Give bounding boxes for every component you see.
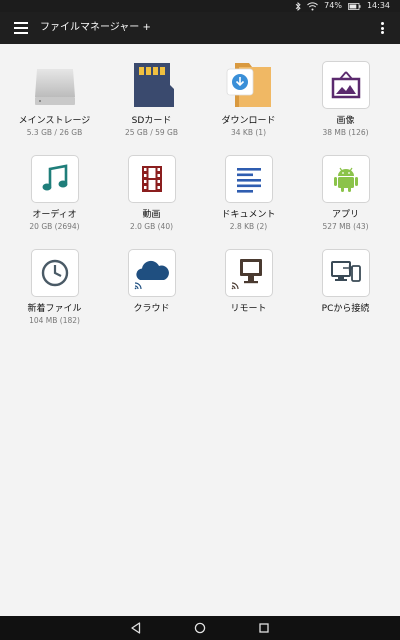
tile-label: アプリ	[331, 210, 359, 220]
bluetooth-icon	[295, 1, 301, 11]
internal-storage-icon	[31, 61, 79, 109]
tile-sub: 25 GB / 59 GB	[124, 128, 179, 137]
monitor-icon	[224, 249, 273, 297]
tile-internal-storage[interactable]: メインストレージ 5.3 GB / 26 GB	[6, 56, 103, 150]
back-icon[interactable]	[129, 621, 143, 635]
tile-label: 画像	[336, 116, 355, 126]
tile-sub: 5.3 GB / 26 GB	[26, 128, 83, 137]
pc-connect-icon	[321, 249, 370, 297]
status-bar: 74% 14:34	[0, 0, 400, 12]
tile-label: 動画	[142, 210, 161, 220]
android-icon	[321, 155, 370, 203]
home-icon[interactable]	[193, 621, 207, 635]
tile-label: SDカード	[131, 116, 172, 126]
tile-label: クラウド	[133, 304, 170, 314]
document-lines-icon	[224, 155, 273, 203]
tile-sub: 38 MB (126)	[322, 128, 369, 137]
menu-icon[interactable]	[14, 22, 28, 34]
tile-apps[interactable]: アプリ 527 MB (43)	[297, 150, 394, 244]
tile-sub: 2.0 GB (40)	[129, 222, 174, 231]
tile-images[interactable]: 画像 38 MB (126)	[297, 56, 394, 150]
navigation-bar	[0, 616, 400, 640]
music-note-icon	[30, 155, 79, 203]
tile-label: ダウンロード	[221, 116, 276, 126]
wifi-icon	[307, 1, 319, 11]
app-bar: ファイルマネージャー +	[0, 12, 400, 44]
tile-audio[interactable]: オーディオ 20 GB (2694)	[6, 150, 103, 244]
tile-label: リモート	[230, 304, 267, 314]
image-icon	[321, 61, 370, 109]
tile-sub: 527 MB (43)	[322, 222, 369, 231]
status-icons: 74% 14:34	[295, 0, 390, 12]
film-strip-icon	[127, 155, 176, 203]
tile-sub: 2.8 KB (2)	[229, 222, 268, 231]
overflow-menu-icon[interactable]	[380, 22, 384, 34]
tile-label: 新着ファイル	[27, 304, 82, 314]
tile-documents[interactable]: ドキュメント 2.8 KB (2)	[200, 150, 297, 244]
download-folder-icon	[225, 61, 273, 109]
tile-sub: 20 GB (2694)	[29, 222, 80, 231]
tile-sub: 104 MB (182)	[29, 316, 80, 325]
cloud-icon	[127, 249, 176, 297]
tile-sub	[103, 316, 200, 326]
tile-video[interactable]: 動画 2.0 GB (40)	[103, 150, 200, 244]
tile-sub	[200, 316, 297, 326]
category-grid: メインストレージ 5.3 GB / 26 GB SDカード 25 GB / 59…	[6, 56, 394, 338]
tile-sd-card[interactable]: SDカード 25 GB / 59 GB	[103, 56, 200, 150]
tile-pc-connect[interactable]: PCから接続	[297, 244, 394, 338]
clock-time: 14:34	[366, 1, 390, 10]
cast-icon	[231, 282, 239, 290]
tile-downloads[interactable]: ダウンロード 34 KB (1)	[200, 56, 297, 150]
sd-card-icon	[128, 61, 176, 109]
tile-remote[interactable]: リモート	[200, 244, 297, 338]
app-title: ファイルマネージャー +	[40, 22, 151, 33]
tile-label: オーディオ	[32, 210, 77, 220]
battery-percent: 74%	[324, 1, 342, 10]
clock-icon	[30, 249, 79, 297]
tile-cloud[interactable]: クラウド	[103, 244, 200, 338]
battery-icon	[348, 2, 361, 10]
tile-sub: 34 KB (1)	[231, 128, 266, 137]
tile-recent-files[interactable]: 新着ファイル 104 MB (182)	[6, 244, 103, 338]
tile-label: ドキュメント	[221, 210, 276, 220]
tile-label: PCから接続	[321, 304, 370, 314]
tile-sub	[297, 316, 394, 326]
recents-icon[interactable]	[257, 621, 271, 635]
tile-label: メインストレージ	[18, 116, 91, 126]
cast-icon	[134, 282, 142, 290]
